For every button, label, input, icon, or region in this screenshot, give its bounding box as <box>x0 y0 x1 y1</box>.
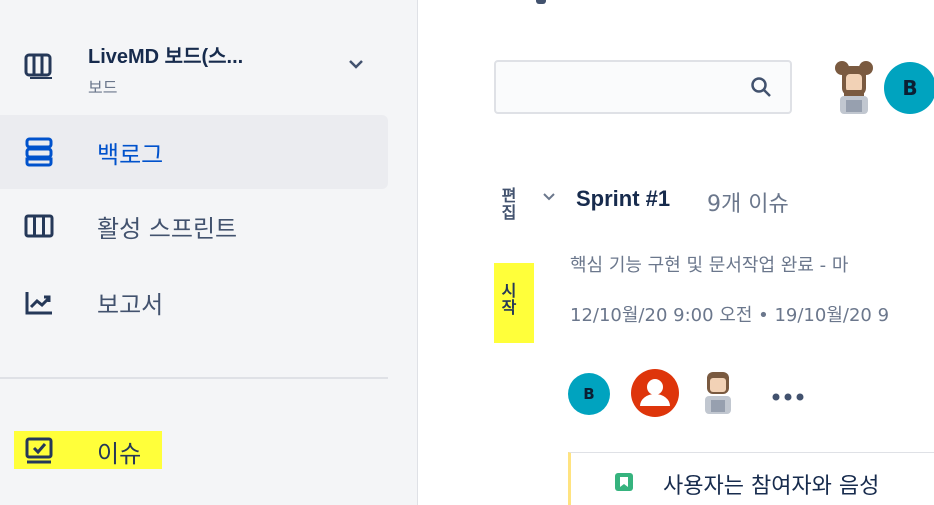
search-input[interactable] <box>494 60 792 114</box>
sprint-dates: 12/10월/20 9:00 오전 • 19/10월/20 9 <box>570 305 890 326</box>
start-sprint-link[interactable]: 시작 <box>498 282 520 316</box>
board-switcher[interactable]: LiveMD 보드(스... 보드 <box>24 40 384 100</box>
page-title-fragment <box>536 0 546 4</box>
sidebar-item-label: 이슈 <box>97 440 142 468</box>
issue-summary: 사용자는 참여자와 음성 <box>663 474 880 499</box>
board-title: LiveMD 보드(스... <box>88 46 244 68</box>
story-icon <box>615 473 633 491</box>
more-icon[interactable] <box>770 392 806 402</box>
board-columns-icon <box>24 214 54 238</box>
edit-sprint-link[interactable]: 편집 <box>498 187 520 221</box>
default-user-avatar-icon[interactable] <box>630 368 680 418</box>
avatar[interactable] <box>701 370 735 416</box>
sidebar-item-active-sprint[interactable]: 활성 스프린트 <box>0 189 388 263</box>
sidebar-divider <box>0 377 388 379</box>
issues-icon <box>25 437 53 464</box>
sidebar-item-reports[interactable]: 보고서 <box>0 265 388 339</box>
backlog-icon <box>25 137 53 167</box>
sidebar-item-issues[interactable]: 이슈 <box>0 414 388 488</box>
list-item[interactable]: 사용자는 참여자와 음성 <box>568 452 934 505</box>
sidebar-item-label: 보고서 <box>97 291 164 319</box>
sidebar-item-label: 백로그 <box>97 141 164 169</box>
board-icon <box>24 53 52 79</box>
chevron-down-icon[interactable] <box>347 55 365 73</box>
sidebar: LiveMD 보드(스... 보드 백로그 활성 스프린트 보고서 이슈 <box>0 0 418 505</box>
sprint-goal: 핵심 기능 구현 및 문서작업 완료 - 마 <box>570 255 849 276</box>
avatar[interactable] <box>832 60 876 116</box>
sprint-issue-count: 9개 이슈 <box>707 192 789 217</box>
board-subtitle: 보드 <box>88 78 118 97</box>
avatar[interactable]: B <box>568 373 610 415</box>
reports-chart-icon <box>25 292 52 315</box>
chevron-down-icon[interactable] <box>542 190 556 204</box>
main-content: B 편집 시작 Sprint #1 9개 이슈 핵심 기능 구현 및 문서작업 … <box>418 0 934 505</box>
sprint-name: Sprint #1 <box>576 186 671 211</box>
avatar[interactable]: B <box>884 62 934 114</box>
search-icon <box>751 77 771 97</box>
avatar-initial: B <box>583 385 595 403</box>
sidebar-item-label: 활성 스프린트 <box>97 215 238 243</box>
sidebar-item-backlog[interactable]: 백로그 <box>0 115 388 189</box>
avatar-initial: B <box>902 76 918 100</box>
